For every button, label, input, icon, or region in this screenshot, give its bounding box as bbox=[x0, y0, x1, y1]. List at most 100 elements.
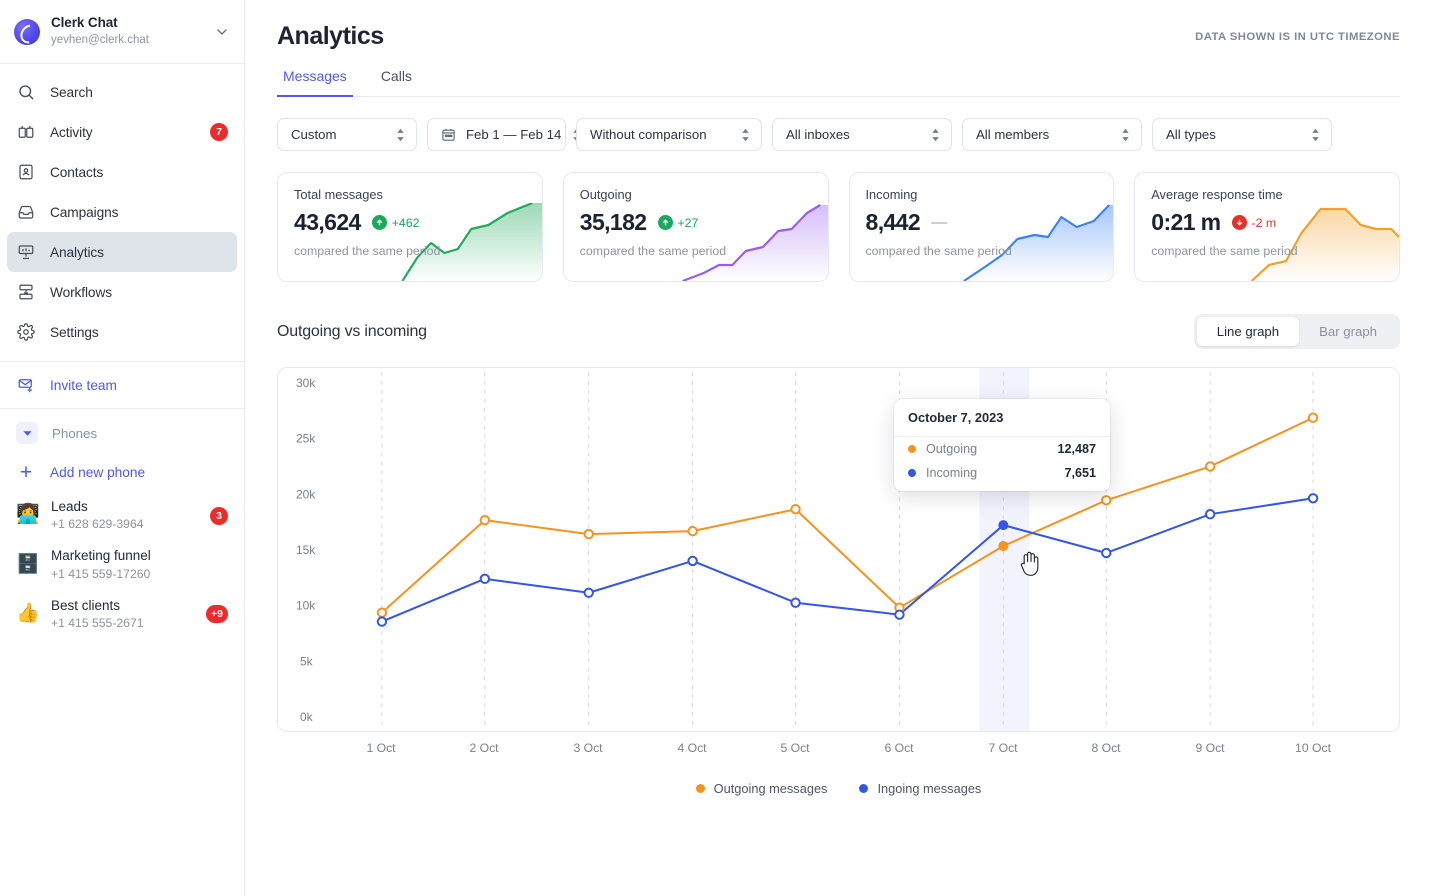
members-select[interactable]: All members bbox=[962, 118, 1142, 151]
phone-item-marketing-funnel[interactable]: 🗄️ Marketing funnel +1 415 559-17260 bbox=[7, 540, 237, 589]
sidebar-item-analytics[interactable]: Analytics bbox=[7, 232, 237, 272]
comparison-select[interactable]: Without comparison bbox=[576, 118, 762, 151]
x-tick-label: 7 Oct bbox=[988, 741, 1018, 755]
outgoing-dot-icon bbox=[908, 445, 916, 453]
add-new-phone-label: Add new phone bbox=[50, 464, 146, 480]
phone-text: Leads +1 628 629-3964 bbox=[51, 498, 197, 533]
svg-text:25k: 25k bbox=[296, 432, 315, 446]
x-tick-label: 6 Oct bbox=[884, 741, 914, 755]
legend-item-outgoing[interactable]: Outgoing messages bbox=[695, 781, 827, 796]
analytics-tabs: Messages Calls bbox=[277, 67, 1400, 97]
phone-text: Marketing funnel +1 415 559-17260 bbox=[51, 547, 228, 582]
sidebar-item-contacts[interactable]: Contacts bbox=[7, 152, 237, 192]
range-select[interactable]: Custom bbox=[277, 118, 417, 151]
app-root: Clerk Chat yevhen@clerk.chat Search Acti… bbox=[0, 0, 1432, 896]
x-tick-label: 4 Oct bbox=[677, 741, 707, 755]
sidebar-item-activity[interactable]: Activity 7 bbox=[7, 112, 237, 152]
phone-name: Marketing funnel bbox=[51, 548, 151, 564]
phone-item-best-clients[interactable]: 👍 Best clients +1 415 555-2671 +9 bbox=[7, 590, 237, 639]
tab-calls[interactable]: Calls bbox=[375, 68, 418, 97]
phones-section-header[interactable]: Phones bbox=[7, 413, 237, 453]
kpi-value: 0:21 m bbox=[1151, 209, 1221, 235]
workspace-text: Clerk Chat yevhen@clerk.chat bbox=[51, 15, 203, 47]
sidebar-item-workflows[interactable]: Workflows bbox=[7, 272, 237, 312]
x-tick-label: 1 Oct bbox=[366, 741, 396, 755]
invite-team-label: Invite team bbox=[50, 377, 117, 393]
svg-text:5k: 5k bbox=[300, 654, 313, 668]
mail-add-icon bbox=[16, 375, 36, 395]
workspace-switcher[interactable]: Clerk Chat yevhen@clerk.chat bbox=[0, 0, 244, 64]
gear-icon bbox=[16, 322, 36, 342]
sidebar-item-search[interactable]: Search bbox=[7, 72, 237, 112]
chevron-down-icon bbox=[214, 24, 230, 40]
sidebar-item-label: Contacts bbox=[50, 164, 104, 180]
inboxes-select-value: All inboxes bbox=[786, 127, 850, 142]
workflows-icon bbox=[16, 282, 36, 302]
bar-graph-button[interactable]: Bar graph bbox=[1299, 317, 1397, 346]
chevron-updown-icon bbox=[1310, 127, 1321, 143]
sidebar-item-label: Activity bbox=[50, 124, 93, 140]
kpi-delta: +27 bbox=[657, 215, 699, 230]
outgoing-dot-icon bbox=[695, 784, 705, 793]
kpi-card-incoming: Incoming 8,442 — compared the same perio… bbox=[848, 172, 1115, 282]
phones-label: Phones bbox=[52, 425, 98, 441]
kpi-value-row: 8,442 — bbox=[866, 209, 1098, 236]
date-range-select[interactable]: Feb 1 — Feb 14 bbox=[427, 118, 580, 151]
kpi-value: 43,624 bbox=[294, 209, 361, 235]
kpi-card-total-messages: Total messages 43,624 +462 compared the … bbox=[277, 172, 543, 282]
members-select-value: All members bbox=[976, 127, 1050, 142]
invite-team-button[interactable]: Invite team bbox=[7, 362, 237, 408]
kpi-delta-label: — bbox=[931, 213, 948, 231]
tooltip-value: 12,487 bbox=[1057, 442, 1096, 456]
kpi-delta-label: +462 bbox=[391, 215, 420, 230]
phone-item-leads[interactable]: 👩‍💻 Leads +1 628 629-3964 3 bbox=[7, 491, 237, 540]
tooltip-label: Incoming bbox=[926, 466, 978, 480]
series-incoming-markers bbox=[376, 493, 1319, 627]
sidebar-item-campaigns[interactable]: Campaigns bbox=[7, 192, 237, 232]
chart-legend: Outgoing messages Ingoing messages bbox=[277, 781, 1400, 796]
tab-messages[interactable]: Messages bbox=[277, 68, 353, 97]
graph-type-toggle: Line graph Bar graph bbox=[1193, 314, 1400, 349]
types-select[interactable]: All types bbox=[1152, 118, 1332, 151]
sidebar-item-label: Workflows bbox=[50, 284, 112, 300]
chart-title: Outgoing vs incoming bbox=[277, 322, 427, 340]
svg-text:20k: 20k bbox=[296, 487, 315, 501]
incoming-dot-icon bbox=[908, 469, 916, 477]
line-graph-button[interactable]: Line graph bbox=[1196, 317, 1300, 346]
kpi-sub: compared the same period bbox=[579, 244, 727, 258]
x-tick-label: 9 Oct bbox=[1195, 741, 1225, 755]
outgoing-vs-incoming-chart[interactable]: 30k 25k 20k 15k 10k 5k 0k October 7, 202… bbox=[277, 367, 1400, 732]
kpi-delta-label: +27 bbox=[677, 215, 699, 230]
phone-number: +1 415 559-17260 bbox=[51, 566, 151, 581]
x-tick-label: 10 Oct bbox=[1295, 741, 1331, 755]
add-new-phone-button[interactable]: + Add new phone bbox=[7, 453, 237, 491]
divider bbox=[0, 408, 244, 409]
kpi-delta-label: -2 m bbox=[1251, 215, 1277, 230]
kpi-value: 8,442 bbox=[865, 209, 921, 235]
chart-tooltip: October 7, 2023 Outgoing 12,487 Incoming… bbox=[894, 399, 1110, 491]
kpi-sub: compared the same period bbox=[865, 244, 1012, 258]
x-tick-label: 2 Oct bbox=[469, 741, 499, 755]
sidebar-item-settings[interactable]: Settings bbox=[7, 312, 237, 352]
kpi-cards: Total messages 43,624 +462 compared the … bbox=[277, 172, 1400, 282]
kpi-title: Average response time bbox=[1151, 187, 1283, 202]
kpi-value-row: 0:21 m -2 m bbox=[1151, 209, 1383, 236]
kpi-card-outgoing: Outgoing 35,182 +27 compared the same pe… bbox=[562, 172, 829, 282]
inboxes-select[interactable]: All inboxes bbox=[772, 118, 952, 151]
campaigns-icon bbox=[16, 202, 36, 222]
tooltip-row-outgoing: Outgoing 12,487 bbox=[894, 437, 1110, 461]
kpi-delta: -2 m bbox=[1231, 215, 1277, 230]
legend-label: Ingoing messages bbox=[877, 781, 982, 796]
types-select-value: All types bbox=[1166, 127, 1216, 142]
search-icon bbox=[16, 82, 36, 102]
legend-item-ingoing[interactable]: Ingoing messages bbox=[859, 781, 981, 796]
chevron-updown-icon bbox=[740, 127, 751, 143]
kpi-value: 35,182 bbox=[579, 209, 647, 235]
sidebar-item-label: Campaigns bbox=[50, 204, 119, 220]
phone-badge: 3 bbox=[210, 506, 228, 525]
series-outgoing-markers bbox=[376, 412, 1319, 618]
x-tick-label: 8 Oct bbox=[1091, 741, 1121, 755]
arrow-up-icon bbox=[371, 215, 387, 230]
phone-text: Best clients +1 415 555-2671 bbox=[51, 597, 193, 632]
x-tick-label: 3 Oct bbox=[573, 741, 603, 755]
